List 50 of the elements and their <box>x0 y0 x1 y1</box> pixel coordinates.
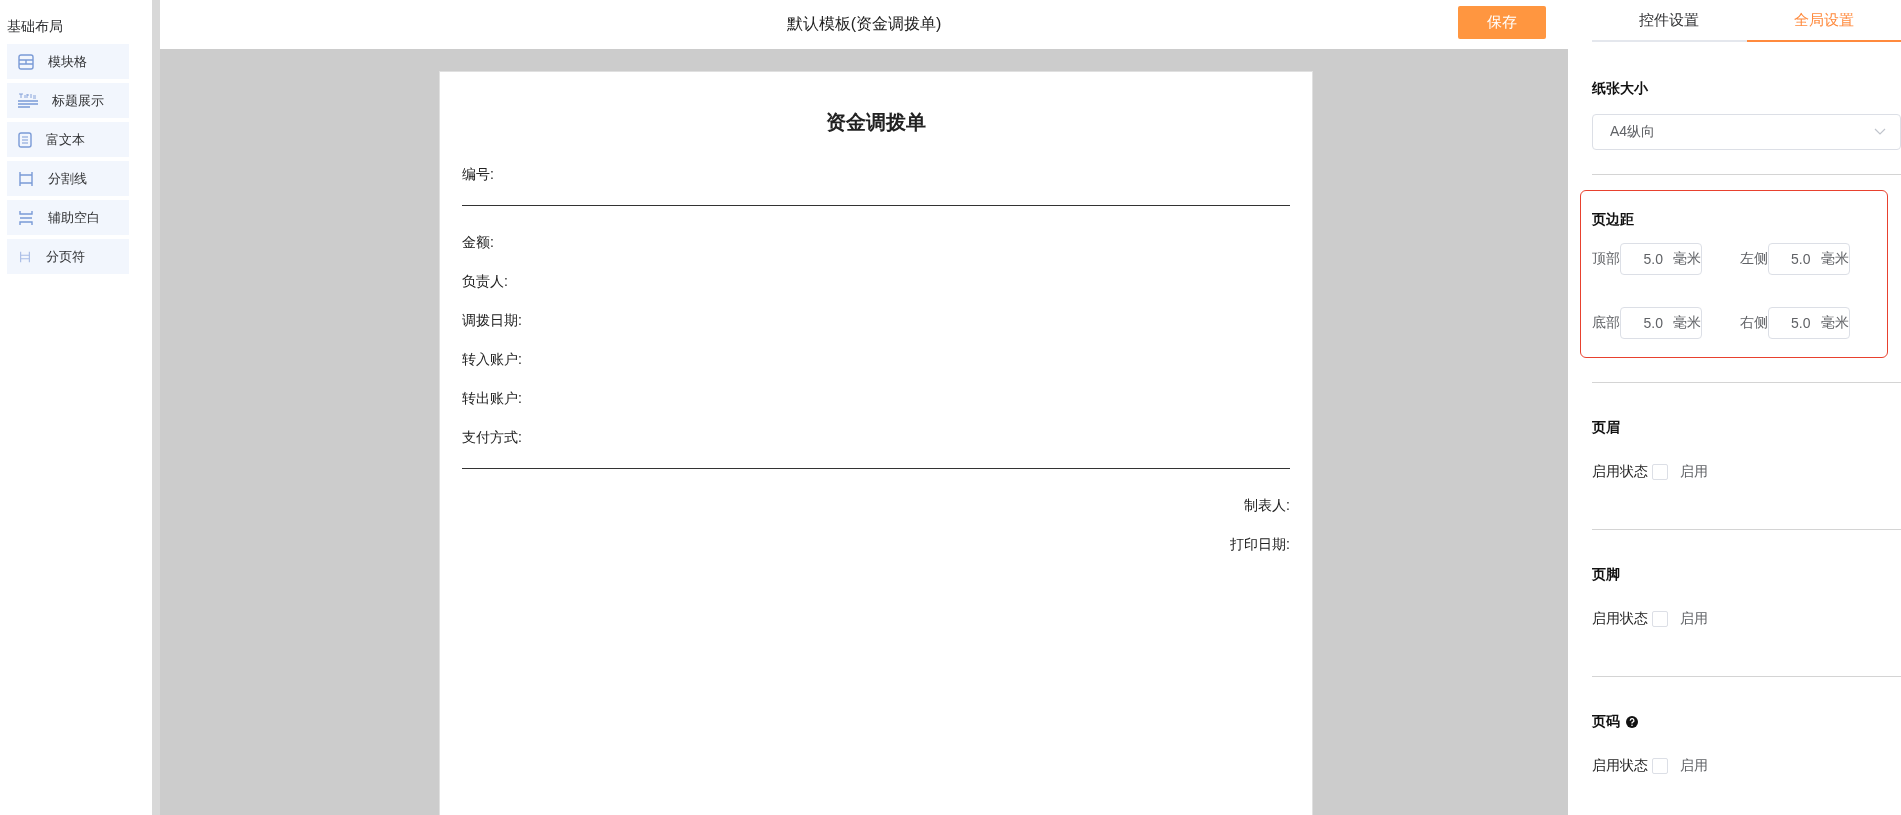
sidebar-title: 基础布局 <box>7 18 64 36</box>
divider-icon <box>18 170 34 187</box>
page-break-icon <box>18 249 32 264</box>
signature-label: 制表人: <box>1244 497 1290 513</box>
component-item[interactable]: 标题展示 <box>7 83 129 118</box>
field-label: 金额: <box>462 234 495 252</box>
chevron-down-icon <box>1874 128 1886 136</box>
field-label: 转出账户: <box>462 390 523 408</box>
grid-icon <box>18 53 34 70</box>
checkbox-label[interactable]: 启用 <box>1680 610 1708 628</box>
margin-input[interactable]: 5.0 毫米 <box>1767 243 1850 275</box>
component-item[interactable]: 分割线 <box>7 161 129 196</box>
margin-label: 左侧 <box>1739 250 1768 268</box>
section-title: 纸张大小 <box>1592 80 1649 98</box>
component-item[interactable]: 辅助空白 <box>7 200 129 235</box>
component-item[interactable]: 分页符 <box>7 239 129 274</box>
document-icon <box>18 131 32 148</box>
component-item[interactable]: 模块格 <box>7 44 129 79</box>
checkbox-label[interactable]: 启用 <box>1680 463 1708 481</box>
checkbox[interactable] <box>1652 758 1668 774</box>
margin-label: 底部 <box>1592 314 1620 332</box>
status-label: 启用状态 <box>1592 463 1648 481</box>
checkbox[interactable] <box>1652 611 1668 627</box>
section-title: 页边距 <box>1592 211 1635 229</box>
margin-label: 右侧 <box>1739 314 1768 332</box>
status-label: 启用状态 <box>1592 610 1648 628</box>
checkbox-label[interactable]: 启用 <box>1680 757 1708 775</box>
field-label: 负责人: <box>462 273 509 291</box>
field-label: 编号: <box>462 166 495 184</box>
margin-label: 顶部 <box>1592 250 1620 268</box>
section-title: 页码 <box>1592 713 1620 731</box>
section-title: 页脚 <box>1592 566 1620 584</box>
document-title: 资金调拨单 <box>825 110 927 135</box>
title-text-icon <box>18 92 38 109</box>
margin-input[interactable]: 5.0 毫米 <box>1620 243 1702 275</box>
paper-size-select[interactable]: A4纵向 <box>1592 114 1901 150</box>
field-label: 支付方式: <box>462 429 523 447</box>
margin-input[interactable]: 5.0 毫米 <box>1767 307 1850 339</box>
section-title: 页眉 <box>1592 419 1620 437</box>
signature-label: 打印日期: <box>1230 536 1290 552</box>
help-icon[interactable] <box>1626 716 1638 728</box>
margin-input[interactable]: 5.0 毫米 <box>1620 307 1702 339</box>
settings-tab[interactable]: 控件设置 <box>1592 0 1747 42</box>
field-label: 转入账户: <box>462 351 523 369</box>
template-title: 默认模板(资金调拨单) <box>786 14 942 34</box>
checkbox[interactable] <box>1652 464 1668 480</box>
spacer-icon <box>18 209 34 226</box>
status-label: 启用状态 <box>1592 757 1648 775</box>
field-label: 调拨日期: <box>462 312 523 330</box>
component-item[interactable]: 富文本 <box>7 122 129 157</box>
